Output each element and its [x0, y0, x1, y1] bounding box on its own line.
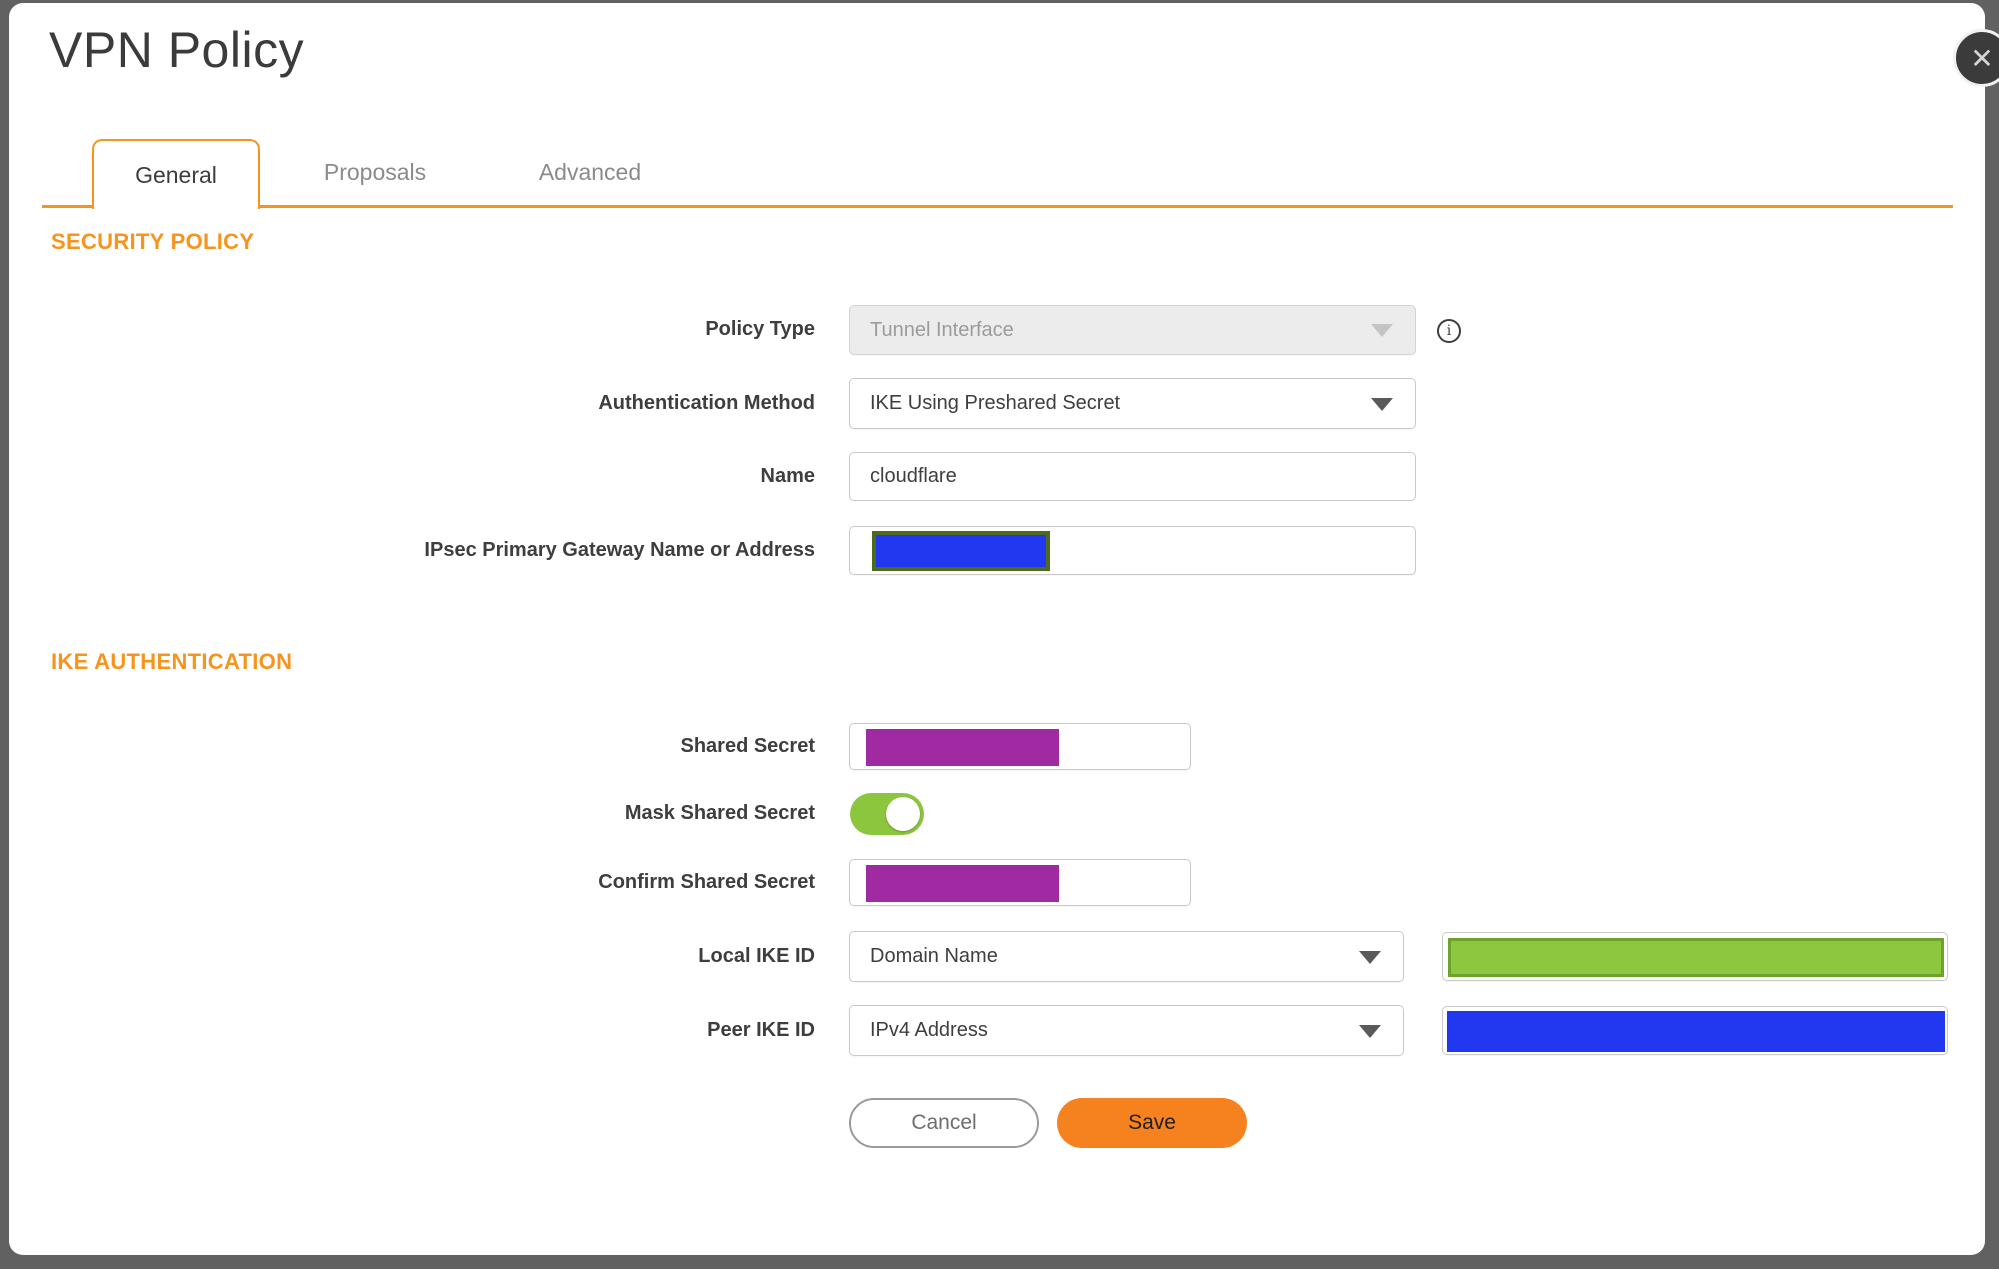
- tab-advanced-label: Advanced: [538, 158, 642, 185]
- mask-shared-secret-toggle[interactable]: [850, 793, 924, 835]
- page-background: VPN Policy General Proposals Advanced SE…: [0, 0, 1999, 1269]
- policy-type-label: Policy Type: [705, 318, 815, 340]
- shared-secret-value-redaction: [866, 729, 1059, 766]
- info-icon-glyph: i: [1446, 323, 1452, 339]
- confirm-shared-secret-value-redaction: [866, 865, 1059, 902]
- local-ike-id-type-value: Domain Name: [870, 945, 998, 967]
- gateway-label: IPsec Primary Gateway Name or Address: [424, 539, 815, 561]
- local-ike-id-value-field[interactable]: [1442, 932, 1948, 981]
- close-icon: ✕: [1970, 42, 1994, 74]
- cancel-button-label: Cancel: [911, 1111, 977, 1134]
- save-button[interactable]: Save: [1057, 1098, 1247, 1148]
- tab-proposals[interactable]: Proposals: [295, 139, 455, 205]
- tab-proposals-label: Proposals: [323, 158, 427, 185]
- authentication-method-select[interactable]: IKE Using Preshared Secret: [849, 378, 1416, 429]
- tab-general-label: General: [135, 161, 217, 188]
- vpn-policy-dialog: VPN Policy General Proposals Advanced SE…: [9, 3, 1985, 1255]
- name-input[interactable]: [849, 452, 1416, 501]
- policy-type-value: Tunnel Interface: [870, 318, 1014, 341]
- gateway-value-redaction: [872, 531, 1050, 571]
- shared-secret-label: Shared Secret: [680, 735, 815, 757]
- save-button-label: Save: [1128, 1111, 1176, 1134]
- local-ike-id-label: Local IKE ID: [698, 945, 815, 967]
- dropdown-arrow-icon: [1371, 324, 1393, 337]
- tab-underline: [42, 205, 1953, 208]
- authentication-method-value: IKE Using Preshared Secret: [870, 392, 1121, 414]
- confirm-shared-secret-input[interactable]: [849, 859, 1191, 906]
- cancel-button[interactable]: Cancel: [849, 1098, 1039, 1148]
- dropdown-arrow-icon: [1371, 397, 1393, 411]
- section-heading-ike-authentication: IKE AUTHENTICATION: [51, 649, 293, 674]
- peer-ike-id-value-field[interactable]: [1442, 1006, 1948, 1055]
- local-ike-id-select[interactable]: Domain Name: [849, 931, 1404, 982]
- mask-shared-secret-label: Mask Shared Secret: [624, 802, 815, 824]
- peer-ike-id-value-redaction: [1447, 1011, 1945, 1052]
- name-label: Name: [760, 465, 815, 487]
- authentication-method-label: Authentication Method: [598, 392, 815, 414]
- toggle-knob: [886, 797, 920, 831]
- local-ike-id-value-redaction: [1448, 938, 1944, 977]
- policy-type-select: Tunnel Interface: [849, 305, 1416, 355]
- shared-secret-input[interactable]: [849, 723, 1191, 770]
- tab-advanced[interactable]: Advanced: [509, 139, 671, 205]
- peer-ike-id-label: Peer IKE ID: [707, 1019, 815, 1041]
- page-title: VPN Policy: [49, 22, 305, 78]
- info-icon[interactable]: i: [1437, 319, 1461, 343]
- confirm-shared-secret-label: Confirm Shared Secret: [598, 871, 815, 893]
- peer-ike-id-type-value: IPv4 Address: [870, 1019, 988, 1041]
- gateway-input[interactable]: [849, 526, 1416, 575]
- dropdown-arrow-icon: [1359, 1024, 1381, 1038]
- tab-general[interactable]: General: [92, 139, 260, 209]
- section-heading-security-policy: SECURITY POLICY: [51, 229, 255, 254]
- dropdown-arrow-icon: [1359, 950, 1381, 964]
- peer-ike-id-select[interactable]: IPv4 Address: [849, 1005, 1404, 1056]
